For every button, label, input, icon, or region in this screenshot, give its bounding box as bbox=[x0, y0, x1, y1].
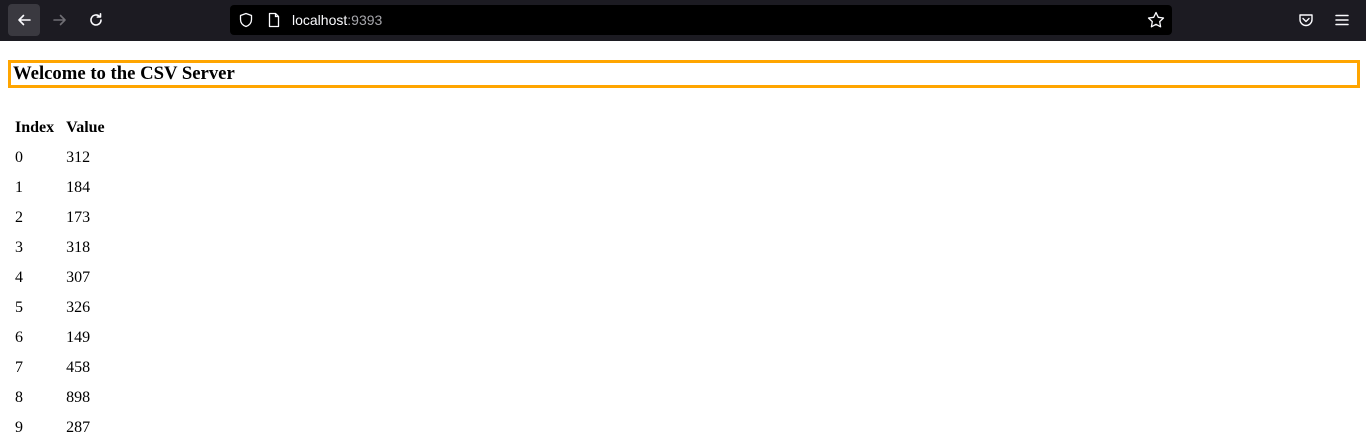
forward-button[interactable] bbox=[44, 4, 76, 36]
reload-button[interactable] bbox=[80, 4, 112, 36]
pocket-button[interactable] bbox=[1290, 4, 1322, 36]
forward-arrow-icon bbox=[53, 14, 66, 26]
back-arrow-icon bbox=[18, 14, 31, 26]
value-column-header: Value bbox=[66, 118, 105, 136]
index-cell: 9 bbox=[15, 418, 23, 436]
value-cell: 458 bbox=[66, 358, 91, 376]
reload-icon bbox=[90, 13, 102, 26]
url-port: :9393 bbox=[347, 12, 383, 28]
value-cell: 326 bbox=[66, 298, 91, 316]
table-row: 0 312 bbox=[10, 143, 110, 171]
address-bar[interactable]: localhost:9393 bbox=[230, 5, 1172, 35]
table-row: 7 458 bbox=[10, 353, 110, 381]
index-cell: 7 bbox=[15, 358, 23, 376]
value-cell: 318 bbox=[66, 238, 91, 256]
value-cell: 312 bbox=[66, 148, 91, 166]
index-cell: 3 bbox=[15, 238, 23, 256]
value-cell: 184 bbox=[66, 178, 91, 196]
page-icon[interactable] bbox=[266, 12, 282, 28]
page-heading: Welcome to the CSV Server bbox=[8, 60, 1360, 88]
star-icon[interactable] bbox=[1146, 10, 1166, 30]
pocket-icon bbox=[1299, 14, 1313, 27]
index-cell: 2 bbox=[15, 208, 23, 226]
index-cell: 1 bbox=[15, 178, 23, 196]
url-host: localhost bbox=[292, 12, 348, 28]
value-cell: 307 bbox=[66, 268, 91, 286]
index-cell: 0 bbox=[15, 148, 23, 166]
table-row: 2 173 bbox=[10, 203, 110, 231]
index-column-header: Index bbox=[15, 118, 55, 136]
shield-icon[interactable] bbox=[238, 12, 254, 28]
menu-button[interactable] bbox=[1326, 4, 1358, 36]
table-row: 3 318 bbox=[10, 233, 110, 261]
value-cell: 898 bbox=[66, 388, 91, 406]
value-cell: 149 bbox=[66, 328, 91, 346]
table-row: 4 307 bbox=[10, 263, 110, 291]
table-row: 8 898 bbox=[10, 383, 110, 411]
browser-toolbar: localhost:9393 bbox=[0, 0, 1366, 41]
table-row: 5 326 bbox=[10, 293, 110, 321]
index-cell: 6 bbox=[15, 328, 23, 346]
table-row: 1 184 bbox=[10, 173, 110, 201]
index-cell: 4 bbox=[15, 268, 23, 286]
value-cell: 173 bbox=[66, 208, 91, 226]
menu-icon bbox=[1335, 14, 1349, 26]
index-cell: 5 bbox=[15, 298, 23, 316]
table-row: 9 287 bbox=[10, 413, 110, 441]
index-cell: 8 bbox=[15, 388, 23, 406]
csv-table: Index Value 0 312 1 184 2 173 3 318 4 307 5 32… bbox=[8, 111, 112, 443]
table-row: 6 149 bbox=[10, 323, 110, 351]
value-cell: 287 bbox=[66, 418, 91, 436]
back-button[interactable] bbox=[8, 4, 40, 36]
url-text[interactable]: localhost:9393 bbox=[292, 12, 382, 28]
table-header-row: Index Value bbox=[10, 113, 110, 141]
